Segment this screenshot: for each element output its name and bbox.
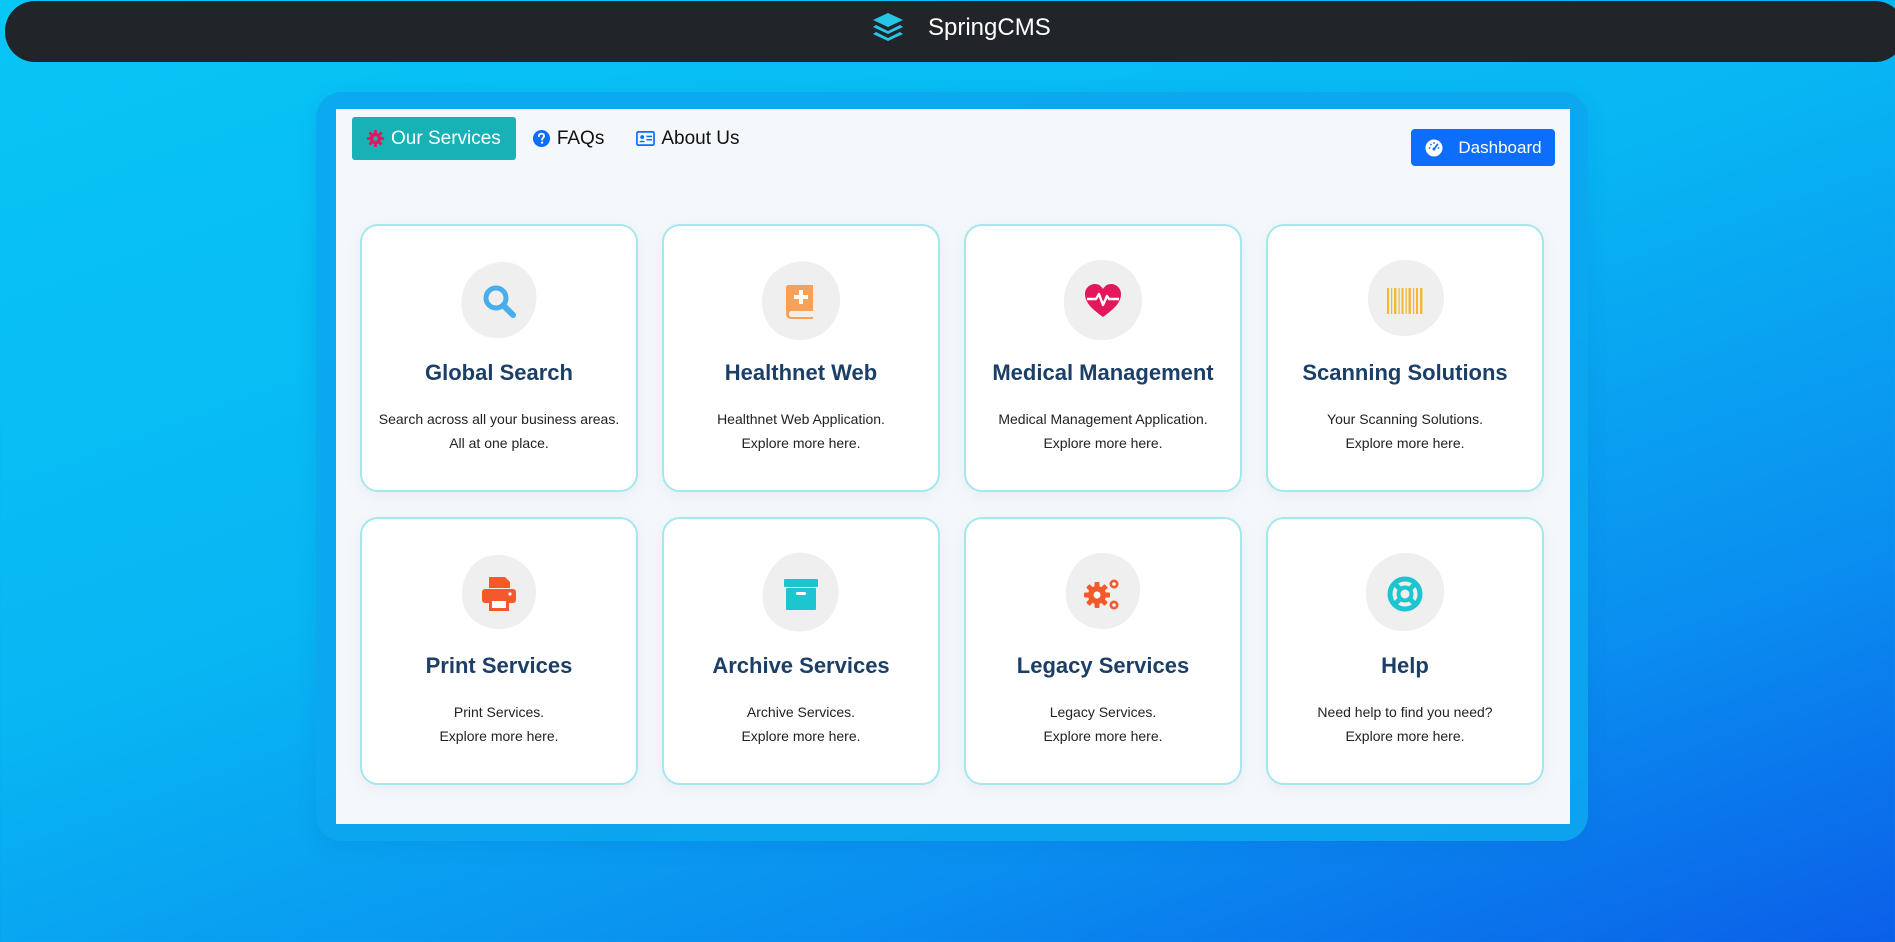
card-description-line: Legacy Services.	[1049, 704, 1157, 720]
card-description: Healthnet Web Application. Explore more …	[664, 407, 938, 455]
tab-about-us[interactable]: About Us	[620, 117, 755, 160]
layers-icon	[873, 13, 903, 41]
card-description-line: Explore more here.	[1345, 435, 1465, 451]
tab-our-services[interactable]: Our Services	[352, 117, 516, 160]
icon-blob	[1360, 549, 1450, 639]
icon-blob	[1058, 256, 1148, 346]
tab-label: About Us	[661, 127, 740, 149]
archive-box-icon	[784, 579, 818, 610]
service-card-legacy-services[interactable]: Legacy Services Legacy Services. Explore…	[964, 517, 1242, 785]
card-description: Need help to find you need? Explore more…	[1268, 700, 1542, 748]
card-description-line: Explore more here.	[1345, 728, 1465, 744]
services-grid: Global Search Search across all your bus…	[360, 224, 1544, 785]
icon-blob	[756, 549, 846, 639]
person-card-icon	[636, 130, 656, 147]
dashboard-label: Dashboard	[1458, 137, 1542, 157]
printer-icon	[482, 577, 516, 611]
search-icon	[483, 285, 516, 318]
service-card-scanning-solutions[interactable]: Scanning Solutions Your Scanning Solutio…	[1266, 224, 1544, 492]
service-card-print-services[interactable]: Print Services Print Services. Explore m…	[360, 517, 638, 785]
card-description-line: Explore more here.	[1043, 435, 1163, 451]
card-title: Scanning Solutions	[1302, 360, 1508, 385]
service-card-archive-services[interactable]: Archive Services Archive Services. Explo…	[662, 517, 940, 785]
service-card-medical-management[interactable]: Medical Management Medical Management Ap…	[964, 224, 1242, 492]
card-title: Legacy Services	[1016, 653, 1190, 678]
question-circle-icon	[532, 129, 550, 148]
card-description-line: Explore more here.	[439, 728, 559, 744]
main-nav: Our Services FAQs About Us	[352, 117, 755, 160]
card-title: Medical Management	[992, 360, 1214, 385]
card-title: Global Search	[425, 360, 573, 385]
card-title: Help	[1381, 653, 1429, 678]
card-description: Search across all your business areas. A…	[362, 407, 636, 455]
card-description-line: Need help to find you need?	[1317, 704, 1493, 720]
lifebuoy-icon	[1387, 576, 1423, 612]
card-title: Healthnet Web	[724, 360, 878, 385]
card-description: Archive Services. Explore more here.	[664, 700, 938, 748]
card-description: Legacy Services. Explore more here.	[966, 700, 1240, 748]
card-description-line: All at one place.	[449, 435, 549, 451]
tab-label: FAQs	[556, 127, 605, 149]
top-navbar: SpringCMS	[5, 1, 1895, 62]
card-description: Print Services. Explore more here.	[362, 700, 636, 748]
tab-label: Our Services	[391, 127, 501, 149]
card-description-line: Your Scanning Solutions.	[1327, 411, 1483, 427]
barcode-icon	[1387, 288, 1423, 314]
card-description-line: Search across all your business areas.	[378, 411, 620, 427]
medical-book-icon	[786, 285, 813, 319]
card-description: Your Scanning Solutions. Explore more he…	[1268, 407, 1542, 455]
service-card-help[interactable]: Help Need help to find you need? Explore…	[1266, 517, 1544, 785]
icon-blob	[1058, 549, 1148, 639]
card-description-line: Healthnet Web Application.	[717, 411, 885, 427]
tab-faqs[interactable]: FAQs	[516, 117, 621, 160]
card-description-line: Explore more here.	[741, 435, 861, 451]
main-panel: Our Services FAQs About Us Dashboard Glo…	[336, 109, 1570, 824]
icon-blob	[454, 256, 544, 346]
card-description-line: Print Services.	[453, 704, 545, 720]
card-title: Print Services	[425, 653, 573, 678]
icon-blob	[454, 549, 544, 639]
gear-icon	[366, 129, 385, 148]
heart-pulse-icon	[1085, 284, 1121, 317]
card-description-line: Explore more here.	[741, 728, 861, 744]
icon-blob	[1360, 256, 1450, 346]
gears-icon	[1084, 579, 1119, 610]
service-card-global-search[interactable]: Global Search Search across all your bus…	[360, 224, 638, 492]
speedometer-icon	[1425, 139, 1443, 156]
card-description: Medical Management Application. Explore …	[966, 407, 1240, 455]
brand[interactable]: SpringCMS	[870, 5, 1051, 51]
service-card-healthnet-web[interactable]: Healthnet Web Healthnet Web Application.…	[662, 224, 940, 492]
card-description-line: Archive Services.	[746, 704, 856, 720]
icon-blob	[756, 256, 846, 346]
card-description-line: Explore more here.	[1043, 728, 1163, 744]
dashboard-button[interactable]: Dashboard	[1411, 129, 1555, 166]
card-title: Archive Services	[712, 653, 890, 678]
card-description-line: Medical Management Application.	[998, 411, 1208, 427]
app-name: SpringCMS	[928, 14, 1051, 41]
